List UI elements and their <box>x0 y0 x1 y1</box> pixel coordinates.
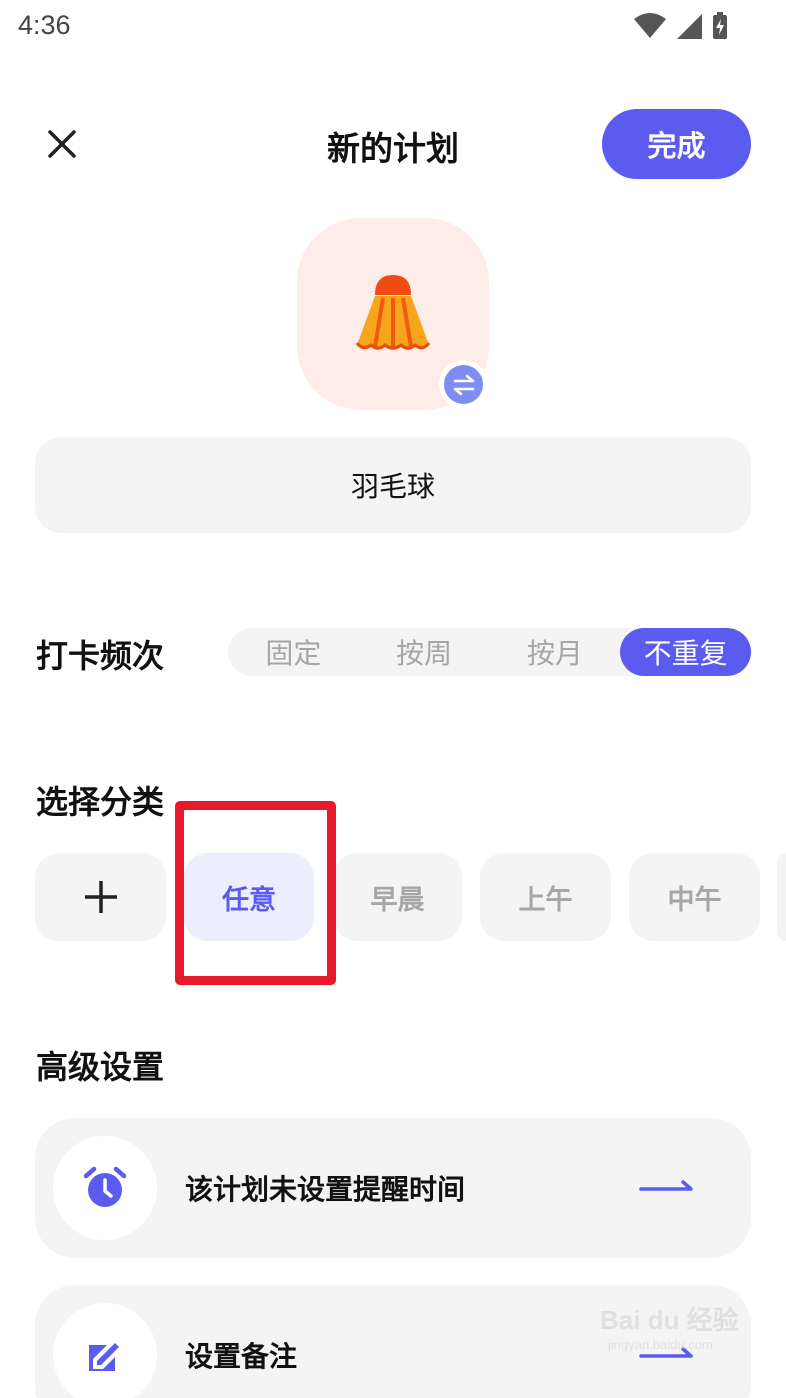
alarm-clock-icon <box>83 1166 127 1207</box>
freq-option-no-repeat[interactable]: 不重复 <box>620 628 751 676</box>
plus-icon <box>84 881 117 913</box>
category-chip-any[interactable]: 任意 <box>184 853 314 941</box>
add-category-button[interactable] <box>35 853 166 941</box>
plan-name-field[interactable]: 羽毛球 <box>35 437 751 533</box>
status-bar: 4:36 <box>0 0 786 56</box>
watermark-url: jingyan.baidu.com <box>608 1337 713 1352</box>
reminder-setting-text: 该计划未设置提醒时间 <box>185 1173 466 1206</box>
swap-icon-button[interactable] <box>439 360 488 409</box>
frequency-selector: 固定 按周 按月 不重复 <box>228 628 751 676</box>
cellular-signal-icon <box>677 14 702 39</box>
category-label: 选择分类 <box>36 783 165 821</box>
watermark: Bai du 经验 jingyan.baidu.com <box>600 1300 750 1370</box>
edit-note-icon <box>89 1343 119 1371</box>
category-chip-morning[interactable]: 上午 <box>480 853 611 941</box>
note-icon-circle <box>53 1303 157 1398</box>
reminder-icon-circle <box>53 1136 157 1240</box>
watermark-logo: Bai du 经验 <box>600 1305 739 1335</box>
freq-option-monthly[interactable]: 按月 <box>490 628 621 676</box>
wifi-icon <box>634 13 666 38</box>
note-setting-text: 设置备注 <box>185 1340 298 1373</box>
reminder-setting-row[interactable]: 该计划未设置提醒时间 <box>35 1118 751 1258</box>
freq-option-weekly[interactable]: 按周 <box>359 628 490 676</box>
badminton-shuttlecock-icon <box>355 275 431 350</box>
advanced-settings-label: 高级设置 <box>36 1048 165 1086</box>
freq-option-fixed[interactable]: 固定 <box>228 628 359 676</box>
battery-charging-icon <box>713 12 727 39</box>
category-list: 任意 早晨 上午 中午 <box>35 853 786 941</box>
swap-arrows-icon <box>453 374 474 395</box>
frequency-label: 打卡频次 <box>36 637 165 675</box>
category-chip-noon[interactable]: 中午 <box>629 853 760 941</box>
arrow-right-icon <box>639 1180 693 1191</box>
category-chip-partial[interactable] <box>777 853 786 941</box>
status-time: 4:36 <box>18 10 71 40</box>
status-icons <box>634 12 728 40</box>
category-chip-early-morning[interactable]: 早晨 <box>333 853 462 941</box>
done-button[interactable]: 完成 <box>602 109 751 179</box>
